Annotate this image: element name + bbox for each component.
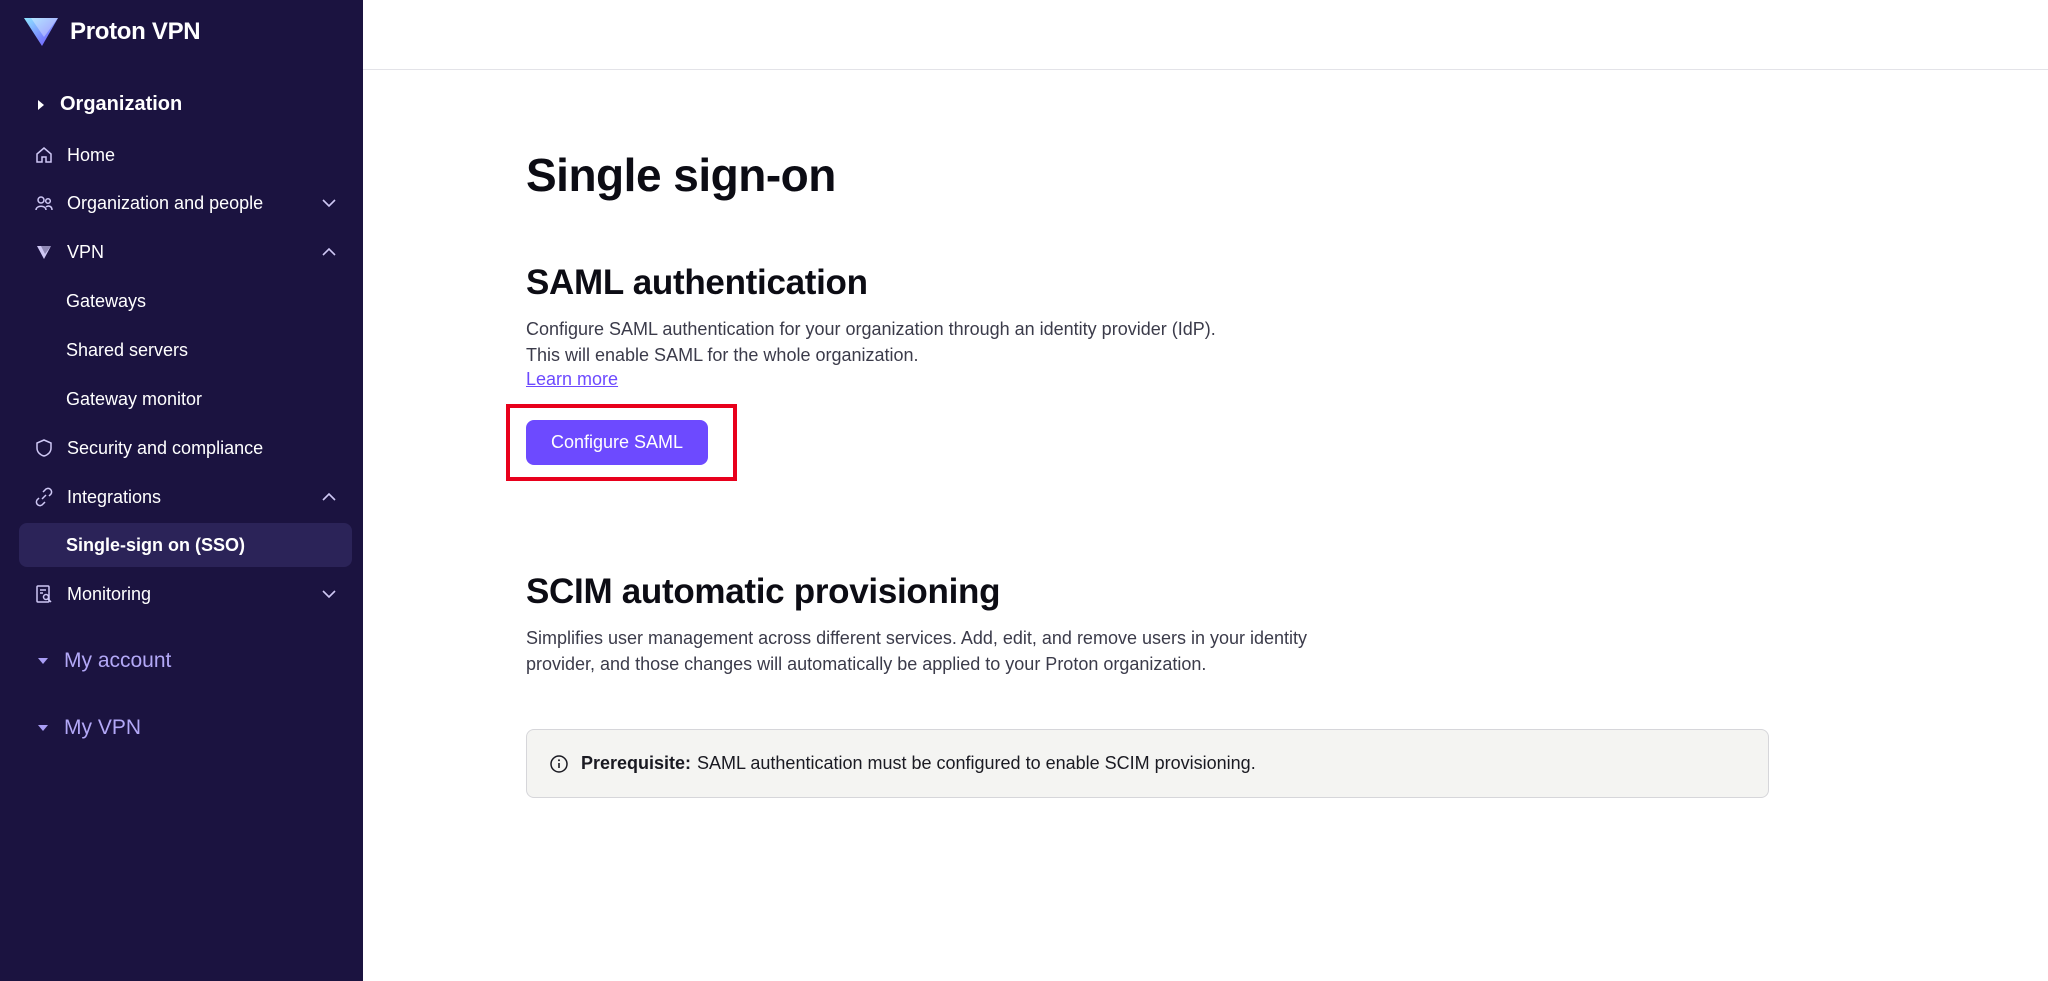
caret-down-icon bbox=[38, 658, 48, 664]
proton-vpn-logo-icon bbox=[24, 18, 58, 46]
vpn-icon bbox=[33, 241, 55, 263]
link-icon bbox=[33, 486, 55, 508]
shield-icon bbox=[33, 437, 55, 459]
caret-down-icon bbox=[38, 725, 48, 731]
saml-description-line: Configure SAML authentication for your o… bbox=[526, 319, 1216, 339]
sidebar-item-security-and-compliance[interactable]: Security and compliance bbox=[19, 426, 352, 470]
sidebar-item-single-sign-on[interactable]: Single-sign on (SSO) bbox=[19, 523, 352, 567]
sidebar-item-label: Organization and people bbox=[67, 192, 264, 213]
chevron-up-icon[interactable] bbox=[320, 488, 338, 506]
page-title: Single sign-on bbox=[526, 149, 836, 201]
my-account-section-toggle[interactable]: My account bbox=[38, 649, 171, 673]
notice-text: SAML authentication must be configured t… bbox=[697, 753, 1256, 773]
saml-description-line: This will enable SAML for the whole orga… bbox=[526, 344, 919, 365]
monitoring-icon bbox=[33, 583, 55, 605]
brand-name: Proton VPN bbox=[70, 18, 201, 45]
sidebar-item-label: VPN bbox=[67, 241, 105, 262]
sidebar-item-gateways[interactable]: Gateways bbox=[19, 279, 352, 323]
sidebar-item-label: Security and compliance bbox=[67, 437, 264, 458]
home-icon bbox=[33, 144, 55, 166]
organization-section-toggle[interactable]: Organization bbox=[38, 93, 182, 116]
chevron-down-icon[interactable] bbox=[320, 585, 338, 603]
saml-heading: SAML authentication bbox=[526, 263, 868, 302]
sidebar-item-label: Shared servers bbox=[66, 339, 189, 360]
info-icon bbox=[550, 754, 568, 773]
my-vpn-section-toggle[interactable]: My VPN bbox=[38, 716, 141, 740]
scim-heading: SCIM automatic provisioning bbox=[526, 572, 1001, 611]
sidebar-item-label: Single-sign on (SSO) bbox=[66, 534, 245, 555]
chevron-up-icon[interactable] bbox=[320, 243, 338, 261]
learn-more-link[interactable]: Learn more bbox=[526, 369, 618, 390]
chevron-down-icon[interactable] bbox=[320, 194, 338, 212]
configure-saml-button[interactable]: Configure SAML bbox=[526, 420, 708, 465]
sidebar-item-organization-and-people[interactable]: Organization and people bbox=[19, 181, 352, 225]
sidebar-item-label: Integrations bbox=[67, 486, 162, 507]
sidebar-item-home[interactable]: Home bbox=[19, 133, 352, 177]
sidebar-item-gateway-monitor[interactable]: Gateway monitor bbox=[19, 377, 352, 421]
my-vpn-section-label: My VPN bbox=[64, 716, 142, 739]
sidebar-item-label: Monitoring bbox=[67, 583, 152, 604]
saml-description: Configure SAML authentication for your o… bbox=[526, 317, 1346, 368]
sidebar-item-integrations[interactable]: Integrations bbox=[19, 475, 352, 519]
sidebar: Proton VPN Organization Home Organizatio… bbox=[0, 0, 363, 981]
notice-label: Prerequisite: bbox=[581, 753, 692, 773]
prerequisite-notice: Prerequisite: SAML authentication must b… bbox=[526, 729, 1769, 798]
my-account-section-label: My account bbox=[64, 649, 172, 672]
sidebar-item-vpn[interactable]: VPN bbox=[19, 230, 352, 274]
sidebar-item-monitoring[interactable]: Monitoring bbox=[19, 572, 352, 616]
people-icon bbox=[33, 192, 55, 214]
top-bar bbox=[363, 0, 2048, 70]
scim-description: Simplifies user management across differ… bbox=[526, 628, 1308, 674]
brand-logo[interactable]: Proton VPN bbox=[22, 14, 201, 50]
sidebar-item-label: Gateways bbox=[66, 290, 147, 311]
organization-section-label: Organization bbox=[60, 93, 183, 115]
sidebar-item-shared-servers[interactable]: Shared servers bbox=[19, 328, 352, 372]
sidebar-item-label: Gateway monitor bbox=[66, 388, 203, 409]
sidebar-item-label: Home bbox=[67, 144, 116, 165]
caret-right-icon bbox=[38, 99, 44, 110]
